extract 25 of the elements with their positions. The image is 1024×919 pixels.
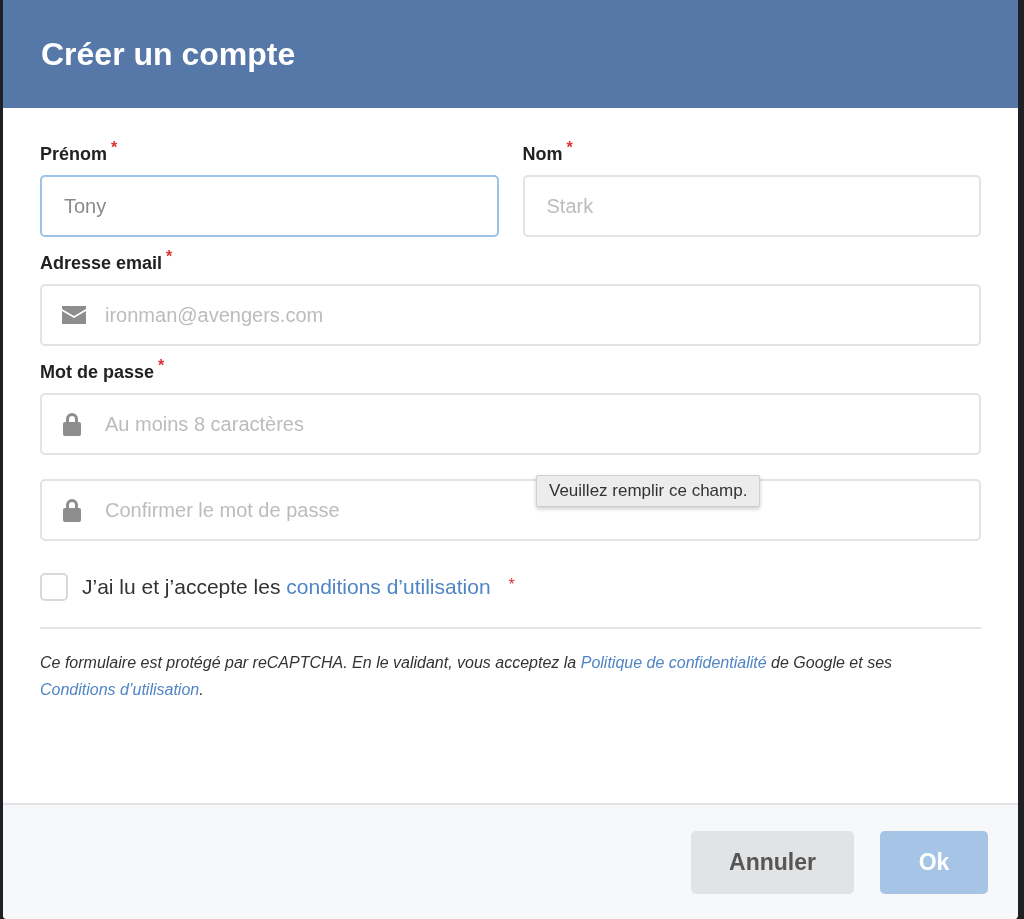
text-field[interactable]: Tony xyxy=(40,175,499,237)
field-label: Mot de passe xyxy=(40,362,155,383)
envelope-icon xyxy=(62,306,86,324)
email-field[interactable]: ironman@avengers.com xyxy=(40,284,981,346)
validation-tooltip: Veuillez remplir ce champ. xyxy=(536,475,761,507)
dialog-title: Créer un compte xyxy=(41,35,296,73)
privacy-link[interactable]: Politique de confidentialité xyxy=(580,654,767,671)
recaptcha-notice: Ce formulaire est protégé par reCAPTCHA. En le validant, vous acceptez la Politique de confidentialité de Google et ses Conditions d’utilisation. xyxy=(40,653,894,700)
lock-icon xyxy=(62,412,82,436)
field-label: Prénom xyxy=(40,144,108,165)
required-asterisk: * xyxy=(111,139,118,158)
password-field[interactable]: Au moins 8 caractères xyxy=(40,393,981,455)
terms-link[interactable]: conditions d’utilisation xyxy=(286,575,491,598)
cancel-button[interactable]: Annuler xyxy=(691,830,854,894)
terms-text: J’ai lu et j’accepte les conditions d’utilisation xyxy=(82,575,491,599)
terms-checkbox[interactable] xyxy=(40,573,68,601)
field-label: Adresse email xyxy=(40,253,163,274)
lock-icon xyxy=(62,498,82,522)
required-asterisk: * xyxy=(166,248,173,267)
required-asterisk: * xyxy=(508,575,515,594)
field-label: Nom xyxy=(522,144,563,165)
required-asterisk: * xyxy=(158,357,165,376)
required-asterisk: * xyxy=(566,139,573,158)
terms-link[interactable]: Conditions d’utilisation xyxy=(40,681,200,698)
text-field[interactable]: Stark xyxy=(522,175,981,237)
